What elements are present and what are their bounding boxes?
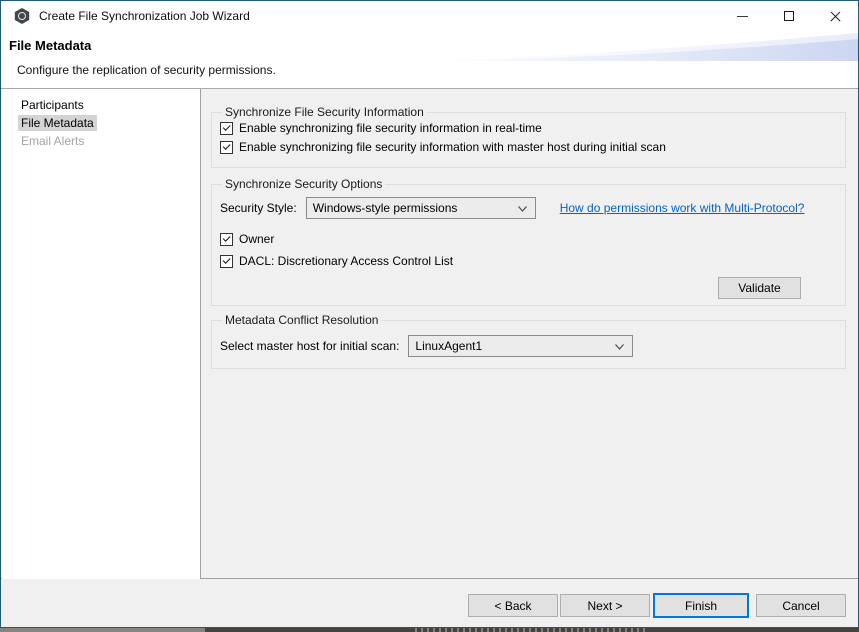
security-style-select[interactable]: Windows-style permissions — [306, 197, 536, 219]
group-synchronize-security-options: Synchronize Security Options Security St… — [211, 177, 846, 306]
wizard-footer: < Back Next > Finish Cancel — [1, 580, 858, 627]
checkbox-owner[interactable] — [220, 233, 233, 246]
finish-button[interactable]: Finish — [653, 593, 749, 618]
group-title: Synchronize File Security Information — [222, 105, 427, 119]
window-controls — [720, 1, 858, 31]
chevron-down-icon — [615, 344, 624, 350]
check-icon — [223, 142, 230, 149]
wizard-header: File Metadata Configure the replication … — [1, 31, 858, 89]
check-icon — [223, 256, 230, 263]
maximize-button[interactable] — [766, 1, 812, 31]
validate-button[interactable]: Validate — [718, 277, 801, 299]
master-host-select[interactable]: LinuxAgent1 — [408, 335, 633, 357]
screen: Create File Synchronization Job Wizard — [0, 0, 859, 632]
group-synchronize-file-security-information: Synchronize File Security Information En… — [211, 105, 846, 168]
next-button[interactable]: Next > — [560, 594, 650, 617]
checkbox-initial-scan-sync[interactable] — [220, 141, 233, 154]
header-swoosh-decoration — [418, 32, 858, 62]
check-icon — [223, 234, 230, 241]
checkbox-dacl[interactable] — [220, 255, 233, 268]
titlebar: Create File Synchronization Job Wizard — [1, 1, 858, 31]
close-button[interactable] — [812, 1, 858, 31]
wizard-content: Participants File Metadata Email Alerts … — [1, 89, 858, 579]
group-title: Synchronize Security Options — [222, 177, 385, 191]
minimize-button[interactable] — [720, 1, 766, 31]
wizard-steps-sidebar: Participants File Metadata Email Alerts — [2, 89, 201, 579]
cancel-button[interactable]: Cancel — [756, 594, 846, 617]
multiprotocol-help-link[interactable]: How do permissions work with Multi-Proto… — [560, 201, 805, 215]
sidebar-item-file-metadata[interactable]: File Metadata — [2, 114, 200, 132]
main-panel: Synchronize File Security Information En… — [201, 89, 858, 579]
master-host-label: Select master host for initial scan: — [220, 339, 399, 353]
group-metadata-conflict-resolution: Metadata Conflict Resolution Select mast… — [211, 313, 846, 369]
sidebar-item-email-alerts: Email Alerts — [2, 132, 200, 150]
background-window-strip — [0, 628, 859, 632]
chevron-down-icon — [518, 206, 527, 212]
back-button[interactable]: < Back — [468, 594, 558, 617]
checkbox-realtime-sync[interactable] — [220, 122, 233, 135]
group-title: Metadata Conflict Resolution — [222, 313, 381, 327]
page-title: File Metadata — [9, 38, 91, 53]
wizard-window: Create File Synchronization Job Wizard — [0, 0, 859, 628]
check-icon — [223, 123, 230, 130]
minimize-icon — [737, 16, 748, 17]
window-title: Create File Synchronization Job Wizard — [39, 9, 250, 23]
app-icon — [14, 8, 30, 24]
page-subtitle: Configure the replication of security pe… — [17, 63, 276, 77]
sidebar-item-participants[interactable]: Participants — [2, 96, 200, 114]
security-style-label: Security Style: — [220, 201, 297, 215]
maximize-icon — [784, 11, 794, 21]
